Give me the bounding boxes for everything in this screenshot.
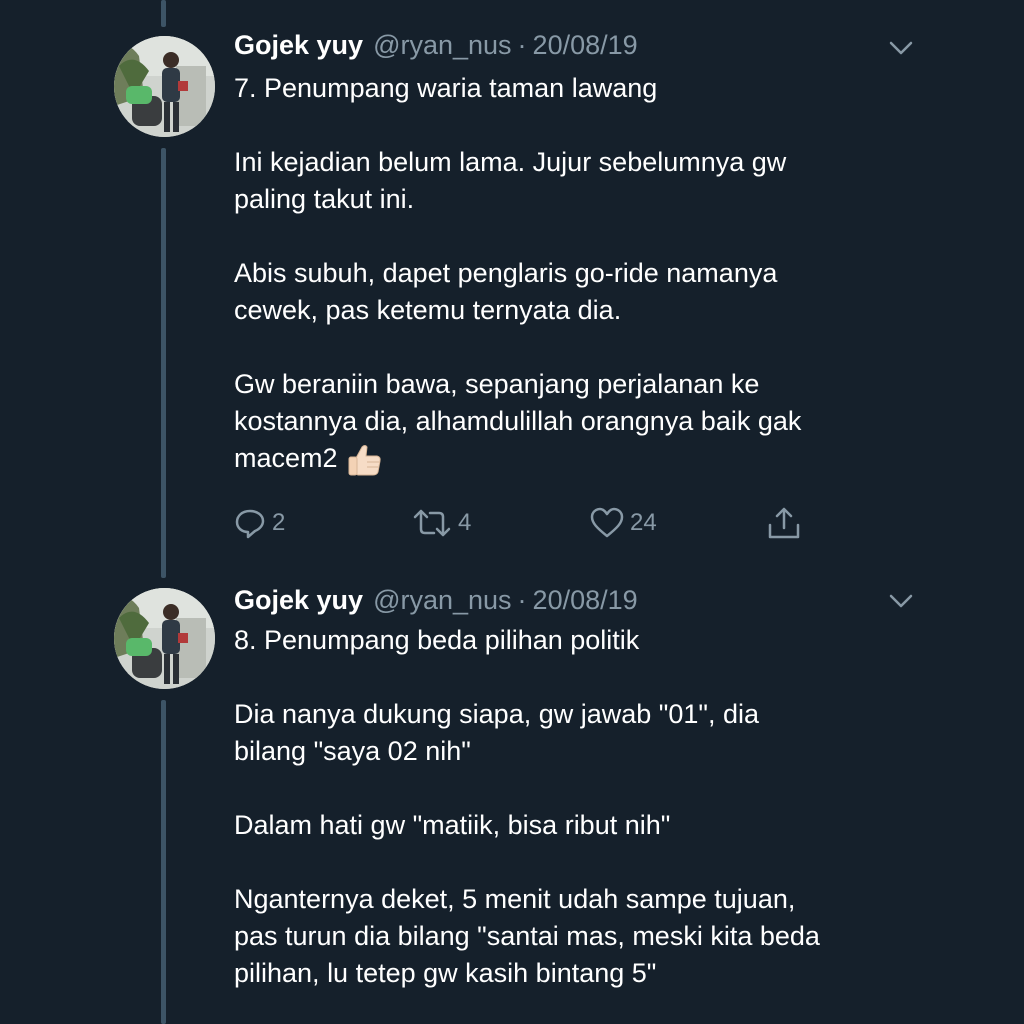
tweet-line: pilihan, lu tetep gw kasih bintang 5" xyxy=(234,958,657,988)
separator: · xyxy=(517,30,527,60)
display-name[interactable]: Gojek yuy xyxy=(234,582,363,618)
handle[interactable]: @ryan_nus xyxy=(373,27,511,63)
tweet-line: Gw beraniin bawa, sepanjang perjalanan k… xyxy=(234,369,760,399)
chevron-down-icon[interactable] xyxy=(888,38,914,58)
separator: · xyxy=(517,585,527,615)
tweet-line: cewek, pas ketemu ternyata dia. xyxy=(234,295,622,325)
tweet-line-last: macem2 xyxy=(234,440,934,479)
tweet-line: Dia nanya dukung siapa, gw jawab "01", d… xyxy=(234,699,760,729)
timestamp[interactable]: 20/08/19 xyxy=(533,27,638,63)
tweet-line: macem2 xyxy=(234,443,338,473)
display-name[interactable]: Gojek yuy xyxy=(234,27,363,63)
retweet-count: 4 xyxy=(458,509,472,536)
thread-line-bottom xyxy=(161,700,166,1024)
thread-line-top xyxy=(161,0,166,27)
reply-icon xyxy=(235,509,265,539)
share-button[interactable] xyxy=(766,503,808,543)
share-icon xyxy=(768,507,800,539)
thread-view: Gojek yuy @ryan_nus · 20/08/19 7. Penump… xyxy=(0,0,1024,1024)
tweet-line: Dalam hati gw "matiik, bisa ribut nih" xyxy=(234,810,671,840)
tweet-header: Gojek yuy @ryan_nus · 20/08/19 xyxy=(234,582,638,618)
avatar[interactable] xyxy=(114,588,215,689)
tweet-line: kostannya dia, alhamdulillah orangnya ba… xyxy=(234,406,802,436)
reply-button[interactable]: 2 xyxy=(234,503,285,543)
tweet-actions: 2 4 24 xyxy=(234,503,814,543)
tweet-line: 8. Penumpang beda pilihan politik xyxy=(234,625,640,655)
tweet-line: Abis subuh, dapet penglaris go-ride nama… xyxy=(234,258,778,288)
timestamp[interactable]: 20/08/19 xyxy=(533,582,638,618)
tweet-line: pas turun dia bilang "santai mas, meski … xyxy=(234,921,820,951)
chevron-down-icon[interactable] xyxy=(888,591,914,611)
tweet-line: Nganternya deket, 5 menit udah sampe tuj… xyxy=(234,884,796,914)
thumbs-up-icon xyxy=(346,441,384,479)
avatar[interactable] xyxy=(114,36,215,137)
tweet-line: paling takut ini. xyxy=(234,184,415,214)
tweet-line: bilang "saya 02 nih" xyxy=(234,736,471,766)
handle[interactable]: @ryan_nus xyxy=(373,582,511,618)
tweet-line: 7. Penumpang waria taman lawang xyxy=(234,73,658,103)
thread-line-middle xyxy=(161,148,166,578)
tweet-header: Gojek yuy @ryan_nus · 20/08/19 xyxy=(234,27,638,63)
tweet-text: 8. Penumpang beda pilihan politik Dia na… xyxy=(234,622,934,992)
heart-icon xyxy=(590,507,624,538)
like-count: 24 xyxy=(630,509,657,536)
tweet-line: Ini kejadian belum lama. Jujur sebelumny… xyxy=(234,147,787,177)
retweet-icon xyxy=(413,509,451,537)
tweet-text: 7. Penumpang waria taman lawang Ini keja… xyxy=(234,70,934,479)
reply-count: 2 xyxy=(272,509,286,536)
retweet-button[interactable]: 4 xyxy=(412,503,471,543)
like-button[interactable]: 24 xyxy=(590,503,657,543)
